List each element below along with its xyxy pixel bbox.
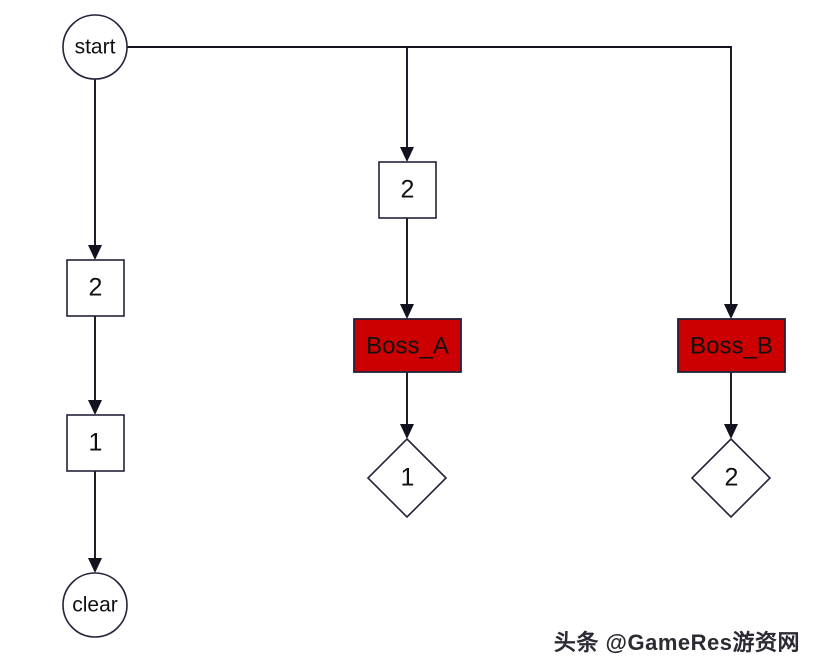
node-reward-b[interactable]: 2 <box>690 437 772 519</box>
node-boss-b[interactable]: Boss_B <box>677 318 786 373</box>
reward-a-label: 1 <box>401 464 415 492</box>
start-label: start <box>75 36 116 59</box>
edge-left-stage-1-to-clear <box>88 471 102 573</box>
edge-boss-b-to-reward-b <box>724 372 738 439</box>
node-boss-a[interactable]: Boss_A <box>353 318 462 373</box>
boss-b-label: Boss_B <box>690 332 773 359</box>
edge-left-stage-2-to-left-stage-1 <box>88 316 102 415</box>
edge-start-to-mid-stage-2 <box>127 46 414 162</box>
watermark: 头条 @GameRes游资网 <box>553 630 800 655</box>
left-stage-2-label: 2 <box>89 274 103 302</box>
clear-label: clear <box>72 594 118 617</box>
node-layer: start 2 1 clear 2 Boss_A 1 Boss_B 2 <box>62 14 786 638</box>
left-stage-1-label: 1 <box>89 429 103 457</box>
mid-stage-2-label: 2 <box>401 176 415 204</box>
edge-mid-stage-2-to-boss-a <box>400 218 414 319</box>
node-left-stage-2[interactable]: 2 <box>66 259 125 317</box>
node-left-stage-1[interactable]: 1 <box>66 414 125 472</box>
boss-a-label: Boss_A <box>366 332 449 359</box>
flowchart-svg: start 2 1 clear 2 Boss_A 1 Boss_B 2 <box>62 14 786 638</box>
node-clear[interactable]: clear <box>62 572 128 638</box>
node-reward-a[interactable]: 1 <box>366 437 448 519</box>
edge-start-to-left-stage-2 <box>88 79 102 260</box>
reward-b-label: 2 <box>725 464 739 492</box>
node-start[interactable]: start <box>62 14 128 80</box>
edge-boss-a-to-reward-a <box>400 372 414 439</box>
node-mid-stage-2[interactable]: 2 <box>378 161 437 219</box>
diagram-canvas: start 2 1 clear 2 Boss_A 1 Boss_B 2 头条 @… <box>0 0 818 671</box>
